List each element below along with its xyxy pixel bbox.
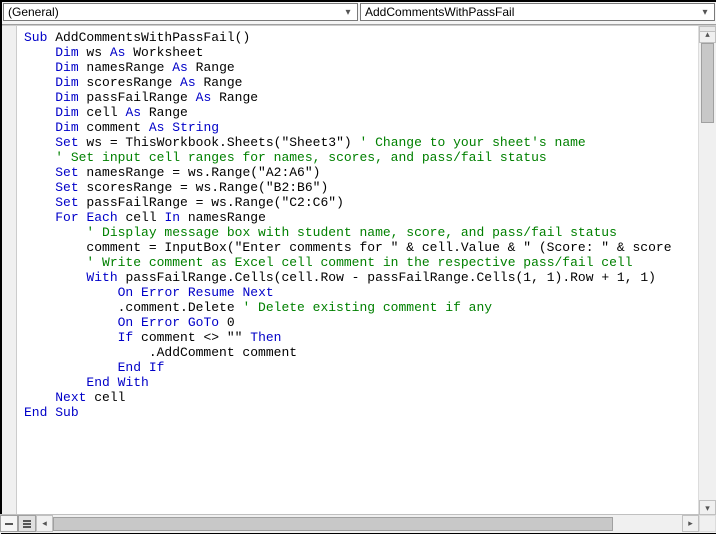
code-line[interactable]: Dim cell As Range <box>24 105 699 120</box>
bottom-bar: ◂ ▸ <box>0 514 716 533</box>
code-line[interactable]: comment = InputBox("Enter comments for "… <box>24 240 699 255</box>
code-line[interactable]: End Sub <box>24 405 699 420</box>
vertical-scroll-thumb[interactable] <box>701 43 714 123</box>
code-line[interactable]: End With <box>24 375 699 390</box>
code-line[interactable]: Dim comment As String <box>24 120 699 135</box>
code-line[interactable]: .AddComment comment <box>24 345 699 360</box>
horizontal-scrollbar[interactable]: ◂ ▸ <box>36 515 699 533</box>
margin-indicator-bar <box>2 26 17 517</box>
horizontal-scroll-track[interactable] <box>53 515 682 533</box>
code-editor[interactable]: Sub AddCommentsWithPassFail() Dim ws As … <box>2 25 716 517</box>
code-line[interactable]: Dim ws As Worksheet <box>24 45 699 60</box>
code-line[interactable]: On Error Resume Next <box>24 285 699 300</box>
code-line[interactable]: End If <box>24 360 699 375</box>
code-line[interactable]: Set ws = ThisWorkbook.Sheets("Sheet3") '… <box>24 135 699 150</box>
chevron-down-icon: ▾ <box>341 7 355 18</box>
code-line[interactable]: Set scoresRange = ws.Range("B2:B6") <box>24 180 699 195</box>
code-line[interactable]: With passFailRange.Cells(cell.Row - pass… <box>24 270 699 285</box>
split-handle[interactable] <box>699 26 716 32</box>
object-dropdown-value: (General) <box>8 5 59 19</box>
declarations-bar: (General) ▾ AddCommentsWithPassFail ▾ <box>2 2 716 25</box>
code-line[interactable]: .comment.Delete ' Delete existing commen… <box>24 300 699 315</box>
code-line[interactable]: Set namesRange = ws.Range("A2:A6") <box>24 165 699 180</box>
procedure-dropdown[interactable]: AddCommentsWithPassFail ▾ <box>360 3 715 21</box>
code-line[interactable]: ' Display message box with student name,… <box>24 225 699 240</box>
code-line[interactable]: For Each cell In namesRange <box>24 210 699 225</box>
object-dropdown[interactable]: (General) ▾ <box>3 3 358 21</box>
code-line[interactable]: ' Write comment as Excel cell comment in… <box>24 255 699 270</box>
code-line[interactable]: ' Set input cell ranges for names, score… <box>24 150 699 165</box>
vertical-scroll-track[interactable] <box>699 43 716 500</box>
code-line[interactable]: Sub AddCommentsWithPassFail() <box>24 30 699 45</box>
code-line[interactable]: On Error GoTo 0 <box>24 315 699 330</box>
vertical-scrollbar[interactable]: ▴ ▾ <box>698 26 716 517</box>
scroll-left-arrow-icon[interactable]: ◂ <box>36 515 53 532</box>
scroll-right-arrow-icon[interactable]: ▸ <box>682 515 699 532</box>
procedure-view-icon <box>4 520 14 528</box>
code-line[interactable]: If comment <> "" Then <box>24 330 699 345</box>
full-module-view-icon <box>22 519 32 529</box>
code-line[interactable]: Dim scoresRange As Range <box>24 75 699 90</box>
full-module-view-button[interactable] <box>18 515 36 532</box>
procedure-view-button[interactable] <box>0 515 18 532</box>
procedure-dropdown-value: AddCommentsWithPassFail <box>365 5 514 19</box>
code-line[interactable]: Set passFailRange = ws.Range("C2:C6") <box>24 195 699 210</box>
horizontal-scroll-thumb[interactable] <box>53 517 613 531</box>
code-line[interactable]: Dim passFailRange As Range <box>24 90 699 105</box>
code-line[interactable]: Dim namesRange As Range <box>24 60 699 75</box>
view-mode-buttons <box>0 515 36 533</box>
code-text-area[interactable]: Sub AddCommentsWithPassFail() Dim ws As … <box>16 26 699 517</box>
code-line[interactable]: Next cell <box>24 390 699 405</box>
chevron-down-icon: ▾ <box>698 7 712 18</box>
scrollbar-corner <box>699 515 716 532</box>
